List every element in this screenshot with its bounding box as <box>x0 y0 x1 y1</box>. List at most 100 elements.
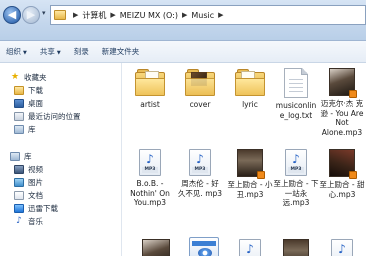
folder-item-artist[interactable]: artist <box>127 68 173 110</box>
forward-arrow-icon: ▶ <box>26 8 36 21</box>
organize-label: 组织 <box>6 47 21 56</box>
nav-item-videos[interactable]: 视频 <box>0 163 121 176</box>
new-folder-button[interactable]: 新建文件夹 <box>102 46 140 57</box>
file-name: 周杰伦 - 好 久不见. mp3 <box>177 179 223 198</box>
file-item-long-time-no-see[interactable]: ♪ MP3 周杰伦 - 好 久不见. mp3 <box>177 149 223 198</box>
share-button[interactable]: 共享 ▼ <box>40 46 61 57</box>
nav-label: 图片 <box>28 178 43 187</box>
nav-label: 视频 <box>28 165 43 174</box>
file-item-partial[interactable]: ♪ <box>319 239 365 256</box>
mp3-file-icon: ♪ <box>239 239 261 256</box>
nav-label: 音乐 <box>28 217 43 226</box>
history-dropdown-icon[interactable]: ▾ <box>42 9 46 17</box>
breadcrumb-separator-icon[interactable]: ▶ <box>182 11 187 19</box>
play-badge-icon <box>349 171 357 179</box>
file-item-partial[interactable] <box>181 237 227 256</box>
play-badge-icon <box>349 90 357 98</box>
file-name: musiconlin e_log.txt <box>275 101 317 120</box>
chevron-down-icon: ▼ <box>23 50 27 56</box>
file-name: 至上励合 - 小丑.mp3 <box>227 180 273 199</box>
file-item-next-stop-forever[interactable]: ♪ MP3 至上励合 - 下一站永 远.mp3 <box>273 149 319 208</box>
title-bar: ◀ ▶ ▾ ▶ 计算机 ▶ MEIZU MX (O:) ▶ Music ▶ <box>0 0 366 41</box>
desktop-icon <box>14 99 24 108</box>
nav-item-music[interactable]: ♪ 音乐 <box>0 215 121 228</box>
file-item-partial[interactable] <box>273 239 319 256</box>
file-item-clown[interactable]: 至上励合 - 小丑.mp3 <box>227 149 273 199</box>
burn-button[interactable]: 刻录 <box>74 46 89 57</box>
nav-libraries[interactable]: 库 <box>0 150 121 163</box>
text-file-icon <box>284 68 308 98</box>
breadcrumb-computer[interactable]: 计算机 <box>82 10 106 21</box>
mp3-tag: MP3 <box>142 167 158 173</box>
nav-label: 桌面 <box>28 99 43 108</box>
file-name: cover <box>189 100 211 109</box>
pictures-library-icon <box>14 178 24 187</box>
address-bar[interactable]: ▶ 计算机 ▶ MEIZU MX (O:) ▶ Music ▶ <box>50 5 366 25</box>
album-art-icon <box>329 68 357 98</box>
nav-item-desktop[interactable]: 桌面 <box>0 97 121 110</box>
file-name: artist <box>140 100 160 109</box>
organize-button[interactable]: 组织 ▼ <box>6 46 27 57</box>
music-note-icon: ♪ <box>292 152 300 166</box>
folder-item-cover[interactable]: cover <box>177 68 223 110</box>
file-item-partial[interactable] <box>133 239 179 256</box>
share-label: 共享 <box>39 47 55 56</box>
mp3-tag: MP3 <box>288 167 304 173</box>
nav-item-documents[interactable]: 文档 <box>0 189 121 202</box>
chevron-down-icon: ▼ <box>56 50 61 56</box>
recent-places-icon <box>14 112 24 121</box>
libraries-icon <box>10 152 20 161</box>
downloads-folder-icon <box>14 86 24 95</box>
music-note-icon: ♪ <box>338 242 346 256</box>
nav-label: 下载 <box>28 86 43 95</box>
file-list: artist cover lyric musiconlin e_log.txt … <box>123 63 366 256</box>
album-art-icon <box>329 149 357 179</box>
folder-icon <box>235 68 265 96</box>
mp3-file-icon: ♪ MP3 <box>285 149 307 176</box>
mp3-tag: MP3 <box>192 167 208 173</box>
nav-label: 迅雷下载 <box>28 204 58 213</box>
file-item-sweetheart[interactable]: 至上励合 - 甜心.mp3 <box>319 149 365 199</box>
file-name: 迈克尔·杰 克逊 - You Are Not Alone.mp3 <box>320 99 364 137</box>
breadcrumb-separator-icon[interactable]: ▶ <box>218 11 223 19</box>
breadcrumb-drive[interactable]: MEIZU MX (O:) <box>120 11 178 20</box>
album-art-icon <box>142 239 170 256</box>
file-item-partial[interactable]: ♪ <box>227 239 273 256</box>
file-item-you-are-not-alone[interactable]: 迈克尔·杰 克逊 - You Are Not Alone.mp3 <box>319 68 365 137</box>
music-note-icon: ♪ <box>146 152 154 166</box>
album-art-icon <box>237 149 265 179</box>
album-art-icon <box>283 239 309 256</box>
breadcrumb-separator-icon[interactable]: ▶ <box>73 11 78 19</box>
nav-item-library-shortcut[interactable]: 库 <box>0 123 121 136</box>
nav-label: 最近访问的位置 <box>28 112 81 121</box>
mp3-file-icon: ♪ MP3 <box>189 149 211 176</box>
music-note-icon: ♪ <box>16 216 22 226</box>
nav-label: 库 <box>24 152 32 161</box>
breadcrumb-separator-icon[interactable]: ▶ <box>110 11 115 19</box>
thunder-download-icon <box>14 204 24 213</box>
media-file-icon <box>189 237 219 256</box>
command-bar: 组织 ▼ 共享 ▼ 刻录 新建文件夹 <box>0 41 366 63</box>
back-arrow-icon: ◀ <box>7 8 17 21</box>
file-name: B.o.B. - Nothin' On You.mp3 <box>130 179 170 207</box>
forward-button[interactable]: ▶ <box>22 6 40 24</box>
music-note-icon: ♪ <box>246 242 254 256</box>
folder-item-lyric[interactable]: lyric <box>227 68 273 110</box>
back-button[interactable]: ◀ <box>3 6 21 24</box>
nav-item-downloads[interactable]: 下载 <box>0 84 121 97</box>
breadcrumb-music[interactable]: Music <box>191 11 214 20</box>
mp3-file-icon: ♪ MP3 <box>139 149 161 176</box>
navigation-pane: ★ 收藏夹 下载 桌面 最近访问的位置 库 库 视频 图片 文档 迅雷下载 ♪ … <box>0 63 122 256</box>
nav-item-thunder-downloads[interactable]: 迅雷下载 <box>0 202 121 215</box>
nav-item-recent-places[interactable]: 最近访问的位置 <box>0 110 121 123</box>
nav-item-pictures[interactable]: 图片 <box>0 176 121 189</box>
nav-favorites[interactable]: ★ 收藏夹 <box>0 71 121 84</box>
documents-library-icon <box>14 191 24 200</box>
file-item-nothin-on-you[interactable]: ♪ MP3 B.o.B. - Nothin' On You.mp3 <box>127 149 173 208</box>
video-library-icon <box>14 165 24 174</box>
folder-icon <box>135 68 165 96</box>
file-item-musiconline-log[interactable]: musiconlin e_log.txt <box>273 68 319 120</box>
play-badge-icon <box>257 171 265 179</box>
music-note-icon: ♪ <box>196 152 204 166</box>
nav-label: 文档 <box>28 191 43 200</box>
